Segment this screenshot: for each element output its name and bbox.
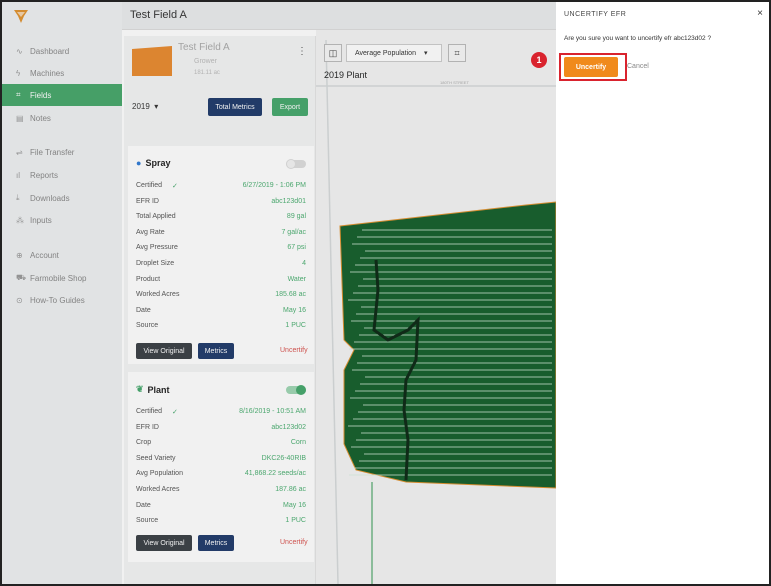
screenshot-border — [0, 0, 771, 586]
